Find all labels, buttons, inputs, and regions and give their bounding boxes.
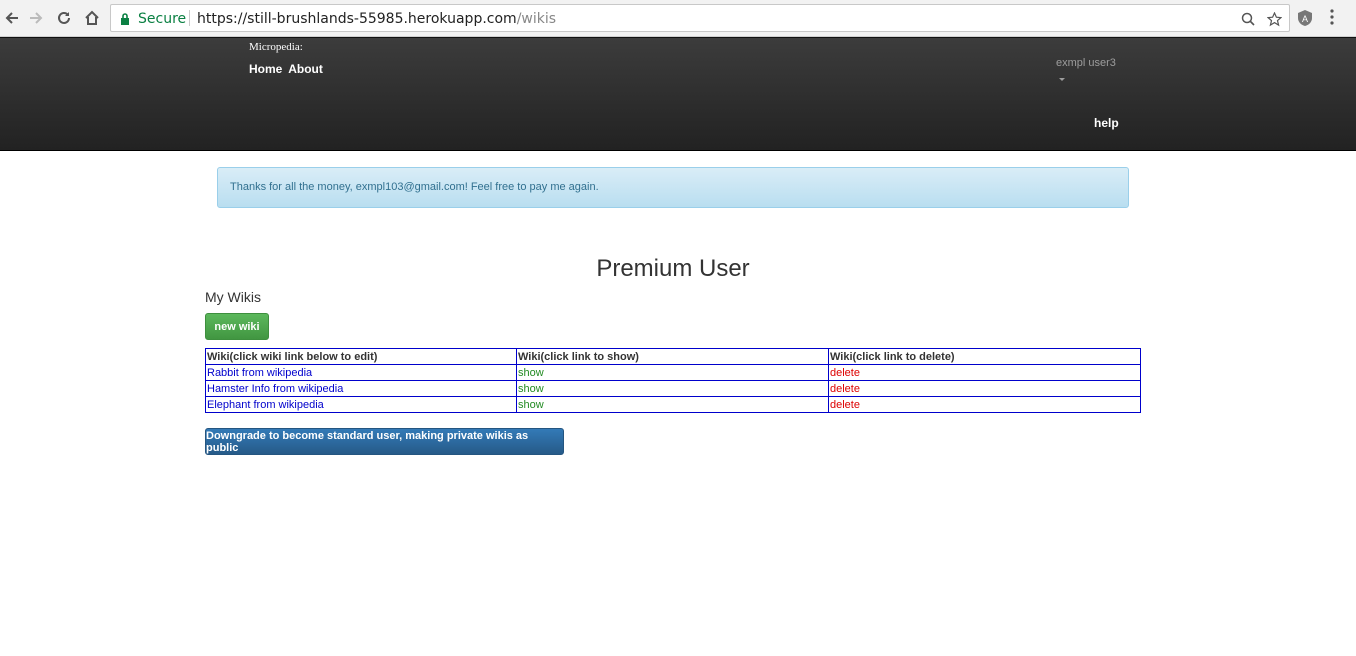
info-alert: Thanks for all the money, exmpl103@gmail… xyxy=(217,167,1129,208)
extension-icon[interactable]: A xyxy=(1297,9,1313,32)
browser-toolbar: Secure https://still-brushlands-55985.he… xyxy=(0,0,1356,37)
table-row: Rabbit from wikipedia show delete xyxy=(205,364,1141,381)
wiki-show-link[interactable]: show xyxy=(518,383,544,395)
table-row: Hamster Info from wikipedia show delete xyxy=(205,380,1141,397)
table-cell: Rabbit from wikipedia xyxy=(205,364,517,381)
kebab-menu-icon[interactable] xyxy=(1330,9,1334,30)
nav-links: Home About xyxy=(249,62,326,76)
url-text[interactable]: https://still-brushlands-55985.herokuapp… xyxy=(197,11,556,27)
secure-label: Secure xyxy=(138,11,187,27)
new-wiki-button[interactable]: new wiki xyxy=(205,313,269,340)
wiki-show-link[interactable]: show xyxy=(518,367,544,379)
site-navbar: Micropedia: Home About exmpl user3 help xyxy=(0,37,1356,151)
table-header-row: Wiki(click wiki link below to edit) Wiki… xyxy=(205,348,1141,365)
page-title: Premium User xyxy=(596,255,750,282)
table-cell: show xyxy=(516,380,829,397)
wiki-edit-link[interactable]: Hamster Info from wikipedia xyxy=(207,383,343,395)
nav-home-link[interactable]: Home xyxy=(249,62,282,76)
table-cell: Hamster Info from wikipedia xyxy=(205,380,517,397)
table-cell: delete xyxy=(828,364,1141,381)
bookmark-star-icon[interactable] xyxy=(1265,10,1283,28)
help-link[interactable]: help xyxy=(1094,116,1119,130)
downgrade-button[interactable]: Downgrade to become standard user, makin… xyxy=(205,428,564,455)
wiki-edit-link[interactable]: Rabbit from wikipedia xyxy=(207,367,312,379)
table-cell: show xyxy=(516,396,829,413)
table-cell: Elephant from wikipedia xyxy=(205,396,517,413)
table-row: Elephant from wikipedia show delete xyxy=(205,396,1141,413)
column-header-show: Wiki(click link to show) xyxy=(516,348,829,365)
wiki-delete-link[interactable]: delete xyxy=(830,399,860,411)
column-header-delete: Wiki(click link to delete) xyxy=(828,348,1141,365)
section-title: My Wikis xyxy=(205,289,261,305)
wiki-delete-link[interactable]: delete xyxy=(830,367,860,379)
brand-logo[interactable]: Micropedia: xyxy=(249,41,303,53)
table-cell: delete xyxy=(828,396,1141,413)
reload-icon[interactable] xyxy=(52,6,76,30)
home-icon[interactable] xyxy=(80,6,104,30)
address-bar[interactable]: Secure https://still-brushlands-55985.he… xyxy=(110,4,1290,32)
forward-icon[interactable] xyxy=(24,6,48,30)
table-cell: show xyxy=(516,364,829,381)
svg-text:A: A xyxy=(1302,14,1308,24)
lock-icon xyxy=(120,12,130,30)
wiki-delete-link[interactable]: delete xyxy=(830,383,860,395)
wikis-table: Wiki(click wiki link below to edit) Wiki… xyxy=(205,348,1141,413)
zoom-icon[interactable] xyxy=(1239,10,1257,28)
nav-about-link[interactable]: About xyxy=(288,62,323,76)
url-path: /wikis xyxy=(516,11,557,27)
caret-down-icon[interactable] xyxy=(1059,78,1065,81)
back-icon[interactable] xyxy=(0,6,24,30)
table-cell: delete xyxy=(828,380,1141,397)
column-header-edit: Wiki(click wiki link below to edit) xyxy=(205,348,517,365)
user-dropdown-toggle[interactable]: exmpl user3 xyxy=(1056,57,1116,69)
url-host: https://still-brushlands-55985.herokuapp… xyxy=(197,11,517,27)
wiki-show-link[interactable]: show xyxy=(518,399,544,411)
alert-message: Thanks for all the money, exmpl103@gmail… xyxy=(230,181,599,193)
wiki-edit-link[interactable]: Elephant from wikipedia xyxy=(207,399,324,411)
omnibox-divider xyxy=(189,10,190,26)
